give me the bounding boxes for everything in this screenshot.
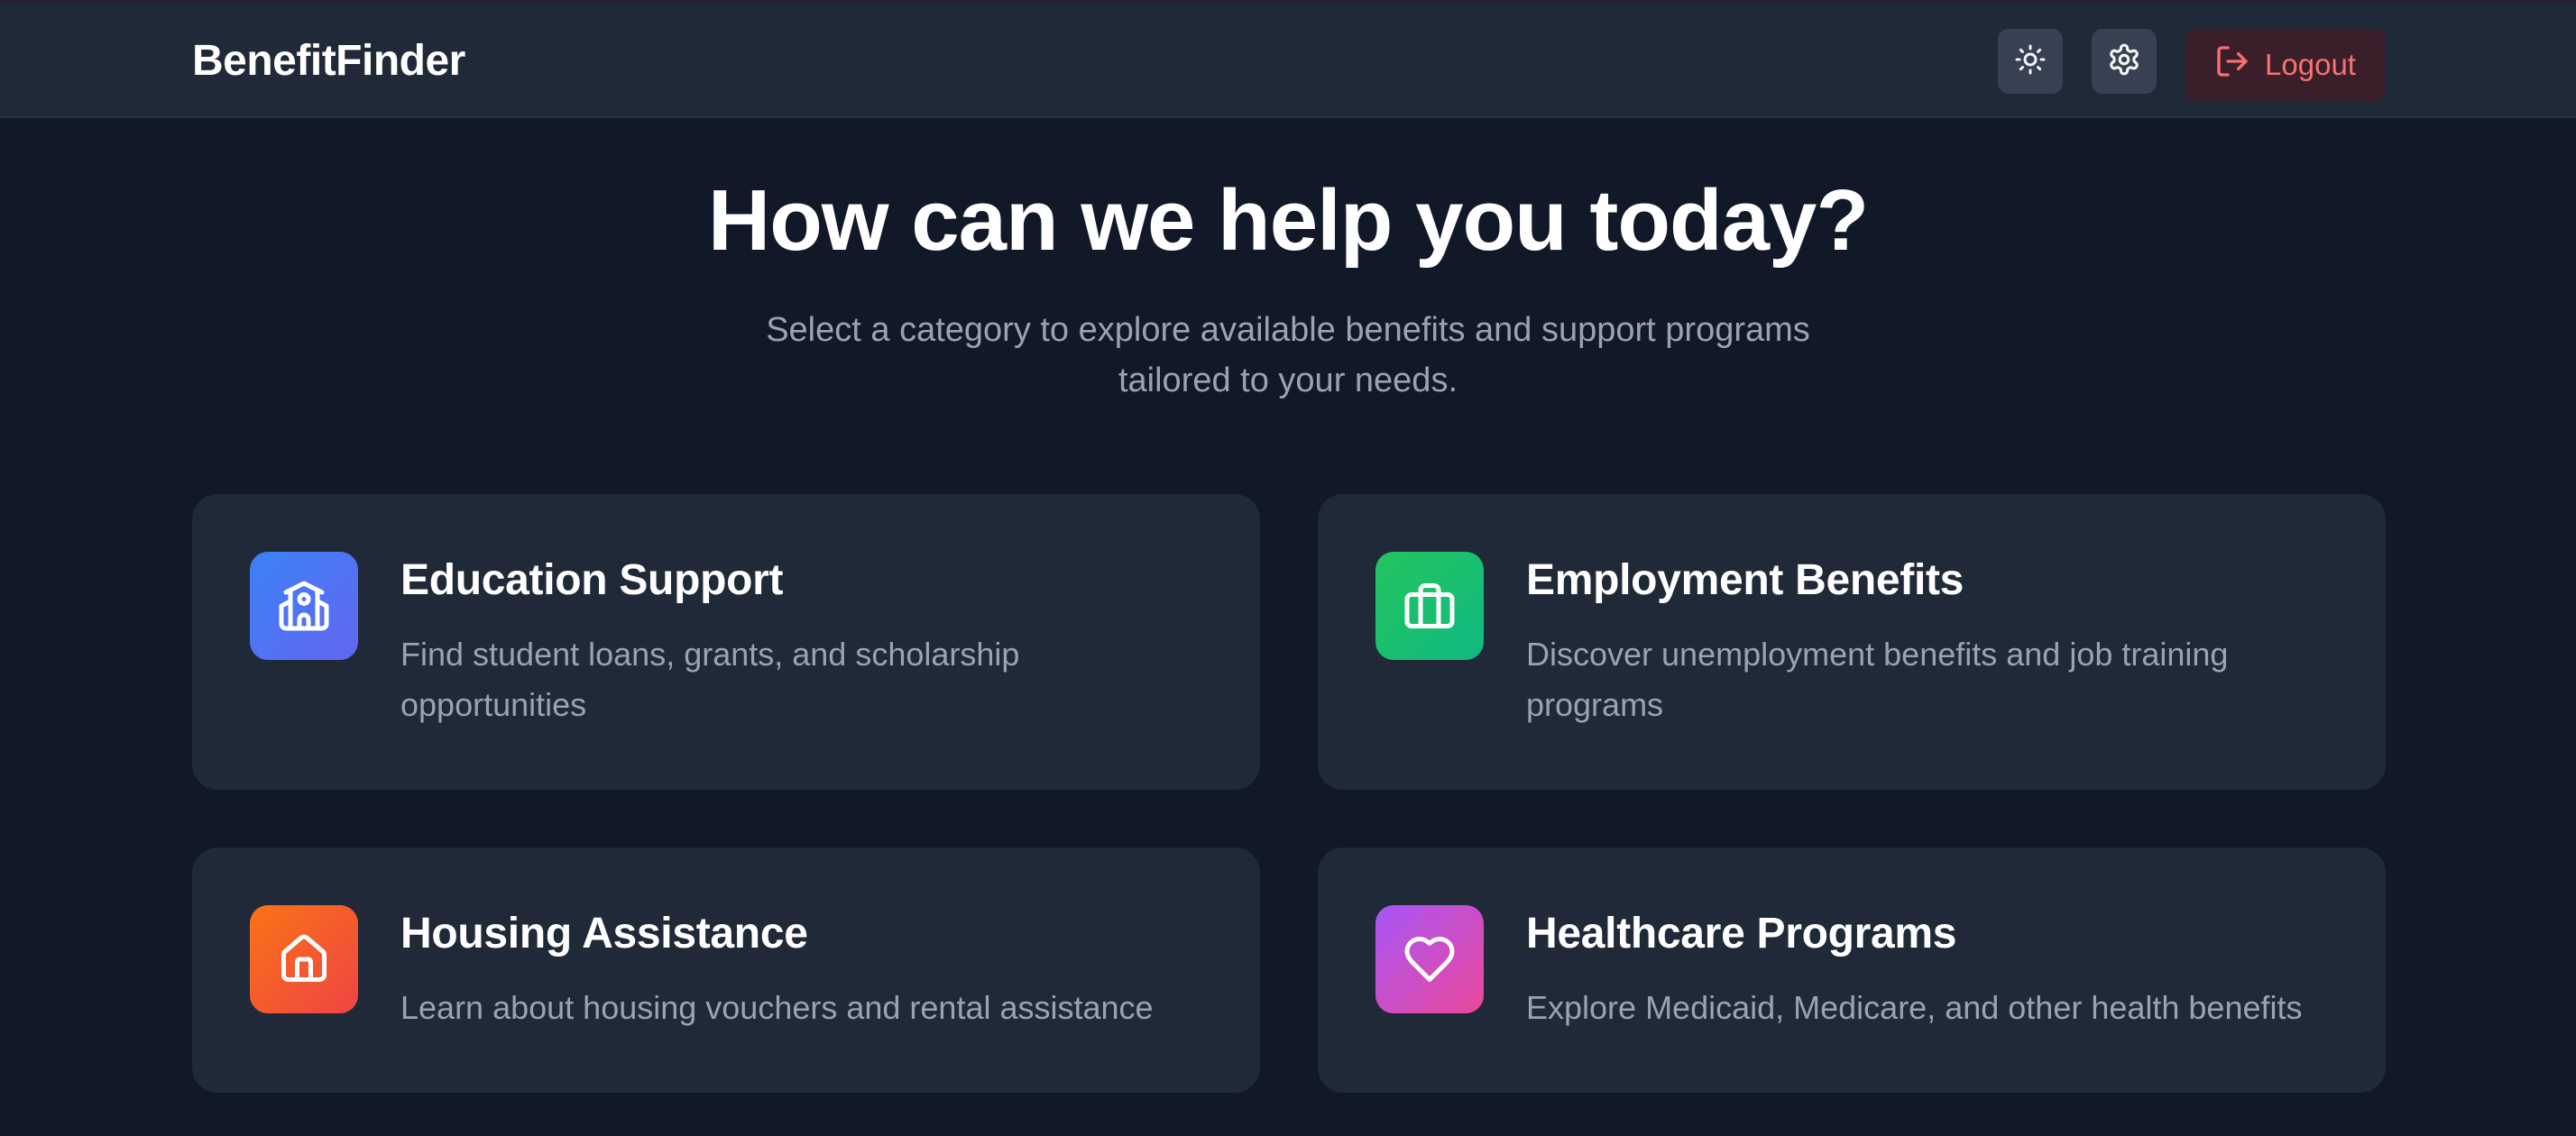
- category-description: Explore Medicaid, Medicare, and other he…: [1526, 989, 2303, 1026]
- category-description: Find student loans, grants, and scholars…: [400, 636, 1020, 723]
- home-icon: [250, 905, 358, 1013]
- category-title: Healthcare Programs: [1526, 910, 1957, 957]
- category-card-employment[interactable]: Employment Benefits Discover unemploymen…: [1318, 494, 2386, 790]
- category-title: Employment Benefits: [1526, 556, 1964, 604]
- logout-label: Logout: [2265, 48, 2356, 81]
- school-icon: [250, 552, 358, 660]
- category-card-healthcare[interactable]: Healthcare Programs Explore Medicaid, Me…: [1318, 847, 2386, 1093]
- category-title: Housing Assistance: [400, 910, 808, 957]
- page-subtitle: Select a category to explore available b…: [766, 311, 1810, 399]
- logout-button[interactable]: Logout: [2185, 29, 2385, 101]
- theme-toggle-button[interactable]: [1998, 29, 2063, 94]
- gear-icon: [2107, 42, 2141, 81]
- logout-icon: [2214, 43, 2250, 87]
- page-title: How can we help you today?: [707, 172, 1869, 269]
- sun-icon: [2014, 43, 2047, 80]
- category-card-education[interactable]: Education Support Find student loans, gr…: [192, 494, 1260, 790]
- category-title: Education Support: [400, 556, 784, 604]
- heart-icon: [1375, 905, 1484, 1013]
- settings-button[interactable]: [2092, 29, 2157, 94]
- top-navbar: BenefitFinder Logout: [0, 4, 2576, 118]
- brand-logo[interactable]: BenefitFinder: [192, 36, 465, 86]
- category-card-housing[interactable]: Housing Assistance Learn about housing v…: [192, 847, 1260, 1093]
- briefcase-icon: [1375, 552, 1484, 660]
- category-description: Discover unemployment benefits and job t…: [1526, 636, 2229, 723]
- category-description: Learn about housing vouchers and rental …: [400, 989, 1154, 1026]
